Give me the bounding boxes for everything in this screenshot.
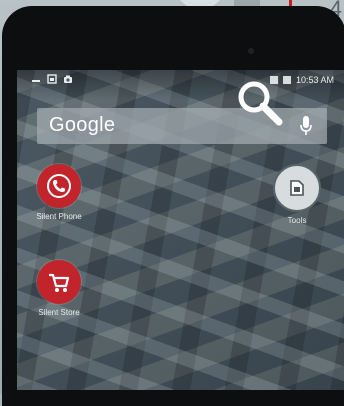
- app-icon-circle: [37, 164, 81, 208]
- app-label: Tools: [287, 216, 307, 225]
- front-camera: [248, 48, 254, 54]
- mic-icon[interactable]: [299, 115, 313, 137]
- magnifier-icon: [238, 81, 283, 126]
- status-time: 10:53 AM: [295, 75, 334, 85]
- tools-icon: [290, 180, 304, 196]
- app-tools[interactable]: Tools: [257, 164, 337, 225]
- search-label: Google: [49, 114, 116, 136]
- camera-icon: [64, 75, 72, 83]
- app-label: Silent Phone: [36, 212, 82, 221]
- cart-icon: [49, 273, 70, 292]
- app-label: Silent Store: [38, 308, 80, 317]
- app-silent-store[interactable]: Silent Store: [19, 260, 99, 317]
- status-left-icons: [31, 74, 73, 84]
- app-silent-phone[interactable]: Silent Phone: [19, 164, 99, 221]
- image-icon: [47, 74, 57, 84]
- notification-icon: [32, 80, 40, 82]
- status-bar: 10:53 AM: [17, 70, 344, 92]
- app-icon-circle: [273, 164, 321, 212]
- phone-icon: [47, 174, 71, 198]
- home-screen[interactable]: 10:53 AM Google Silent Phone Tools Silen…: [17, 70, 344, 390]
- app-icon-circle: [37, 260, 81, 304]
